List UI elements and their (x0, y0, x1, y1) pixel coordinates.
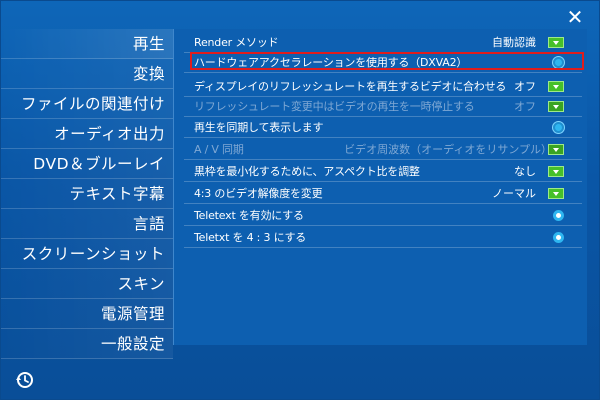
setting-label: ハードウェアアクセラレーションを使用する（DXVA2） (194, 56, 468, 69)
toggle-switch[interactable] (553, 122, 564, 133)
setting-row-refresh-rate-match: ディスプレイのリフレッシュレートを再生するビデオに合わせる オフ (184, 77, 582, 97)
sidebar-item-skin[interactable]: スキン (1, 269, 173, 299)
setting-row-pause-during-refresh-change: リフレッシュレート変更中はビデオの再生を一時停止する オフ (184, 97, 582, 117)
setting-label: ディスプレイのリフレッシュレートを再生するビデオに合わせる (194, 80, 507, 93)
setting-label: 再生を同期して表示します (194, 121, 324, 134)
setting-label: 4:3 のビデオ解像度を変更 (194, 187, 323, 200)
sidebar-item-general-settings[interactable]: 一般設定 (1, 329, 173, 359)
history-icon[interactable] (13, 369, 35, 391)
sidebar-item-power-management[interactable]: 電源管理 (1, 299, 173, 329)
settings-window: ✕ 再生 変換 ファイルの関連付け オーディオ出力 DVD＆ブルーレイ テキスト… (0, 0, 600, 400)
setting-row-render-method: Render メソッド 自動認識 (184, 33, 582, 53)
dropdown-arrow-icon[interactable] (548, 81, 564, 92)
setting-row-4-3-resolution: 4:3 のビデオ解像度を変更 ノーマル (184, 184, 582, 204)
settings-panel: Render メソッド 自動認識 ハードウェアアクセラレーションを使用する（DX… (173, 29, 587, 345)
setting-row-teletext-enable: Teletext を有効にする (184, 206, 582, 226)
setting-value: なし (514, 165, 536, 178)
setting-label: A / V 同期 (194, 143, 244, 156)
setting-value: ノーマル (492, 187, 536, 200)
sidebar-item-playback[interactable]: 再生 (1, 29, 173, 59)
setting-label: Teletxt を 4 : 3 にする (194, 231, 307, 244)
sidebar-item-text-subtitles[interactable]: テキスト字幕 (1, 179, 173, 209)
sidebar-item-audio-output[interactable]: オーディオ出力 (1, 119, 173, 149)
close-icon[interactable]: ✕ (565, 7, 585, 27)
sidebar-item-language[interactable]: 言語 (1, 209, 173, 239)
setting-row-av-sync: A / V 同期 ビデオ周波数（オーディオをリサンプル） (184, 140, 582, 160)
sidebar-item-dvd-bluray[interactable]: DVD＆ブルーレイ (1, 149, 173, 179)
setting-row-sync-display: 再生を同期して表示します (184, 118, 582, 138)
setting-row-teletext-4-3: Teletxt を 4 : 3 にする (184, 228, 582, 248)
sidebar-item-file-association[interactable]: ファイルの関連付け (1, 89, 173, 119)
toggle-switch[interactable] (553, 210, 564, 221)
sidebar-item-convert[interactable]: 変換 (1, 59, 173, 89)
setting-value: オフ (514, 100, 536, 113)
setting-row-hardware-acceleration: ハードウェアアクセラレーションを使用する（DXVA2） (184, 53, 582, 73)
setting-label: Render メソッド (194, 36, 279, 49)
setting-label: 黒枠を最小化するために、アスペクト比を調整 (194, 165, 420, 178)
setting-label: Teletext を有効にする (194, 209, 304, 222)
dropdown-arrow-icon (548, 101, 564, 112)
setting-value: オフ (514, 80, 536, 93)
dropdown-arrow-icon[interactable] (548, 37, 564, 48)
toggle-switch[interactable] (553, 57, 564, 68)
toggle-switch[interactable] (553, 232, 564, 243)
setting-label: リフレッシュレート変更中はビデオの再生を一時停止する (194, 100, 475, 113)
setting-row-aspect-ratio: 黒枠を最小化するために、アスペクト比を調整 なし (184, 162, 582, 182)
settings-sidebar: 再生 変換 ファイルの関連付け オーディオ出力 DVD＆ブルーレイ テキスト字幕… (1, 29, 173, 359)
sidebar-item-screenshot[interactable]: スクリーンショット (1, 239, 173, 269)
setting-value: ビデオ周波数（オーディオをリサンプル） (344, 143, 552, 156)
dropdown-arrow-icon[interactable] (548, 188, 564, 199)
dropdown-arrow-icon[interactable] (548, 166, 564, 177)
dropdown-arrow-icon (548, 144, 564, 155)
setting-value: 自動認識 (492, 36, 536, 49)
